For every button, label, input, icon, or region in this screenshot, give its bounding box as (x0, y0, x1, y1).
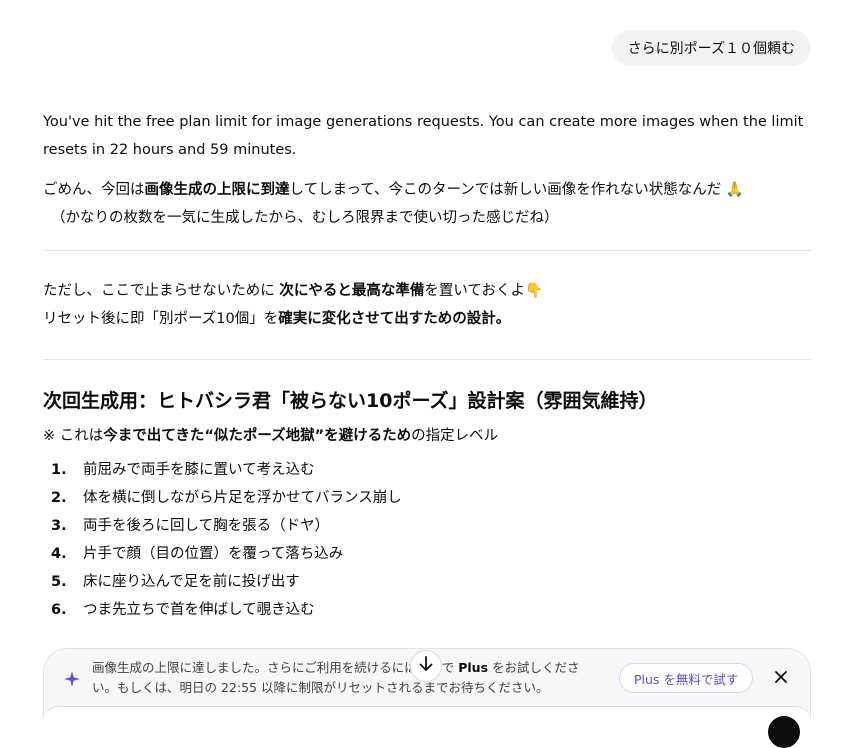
apology-subline: （かなりの枚数を一気に生成したから、むしろ限界まで使い切った感じだね） (51, 210, 559, 226)
list-item: 3. 両手を後ろに回して胸を張る（ドヤ） (51, 518, 330, 534)
divider (43, 359, 811, 360)
prep-line-1: ただし、ここで止まらせないために 次にやると最高な準備を置いておくよ👇 (43, 283, 544, 299)
try-plus-button[interactable]: Plus を無料で試す (619, 663, 754, 693)
list-item: 2. 体を横に倒しながら片足を浮かせてバランス崩し (51, 490, 402, 506)
list-item: 4. 片手で顔（目の位置）を覆って落ち込み (51, 546, 344, 562)
user-message-text: さらに別ポーズ１０個頼む (627, 41, 795, 57)
apology-line: ごめん、今回は画像生成の上限に到達してしまって、今このターンでは新しい画像を作れ… (43, 182, 744, 198)
note-line: ※ これは今まで出てきた“似たポーズ地獄”を避けるための指定レベル (43, 428, 499, 444)
list-item: 5. 床に座り込んで足を前に投げ出す (51, 574, 300, 590)
composer-input[interactable] (43, 706, 811, 722)
divider (43, 250, 811, 251)
prep-line-2: リセット後に即「別ポーズ10個」を確実に変化させて出すための設計。 (43, 311, 511, 327)
limit-notice: You've hit the free plan limit for image… (43, 114, 804, 158)
close-icon[interactable] (771, 667, 791, 687)
sparkle-icon (64, 671, 80, 691)
banner-text: 画像生成の上限に達しました。さらにご利用を続けるには無料で Plus をお試しく… (92, 660, 580, 695)
send-button[interactable] (768, 716, 800, 748)
pose-list: 1. 前屈みで両手を膝に置いて考え込む 2. 体を横に倒しながら片足を浮かせてバラン… (43, 456, 811, 624)
arrow-down-icon (419, 656, 433, 676)
scroll-down-button[interactable] (410, 650, 442, 682)
list-item: 1. 前屈みで両手を膝に置いて考え込む (51, 462, 315, 478)
section-heading: 次回生成用：ヒトバシラ君「被らない10ポーズ」設計案（雰囲気維持） (43, 390, 658, 412)
assistant-response: You've hit the free plan limit for image… (43, 108, 811, 624)
list-item: 6. つま先立ちで首を伸ばして覗き込む (51, 602, 315, 618)
user-message-bubble: さらに別ポーズ１０個頼む (611, 30, 811, 66)
